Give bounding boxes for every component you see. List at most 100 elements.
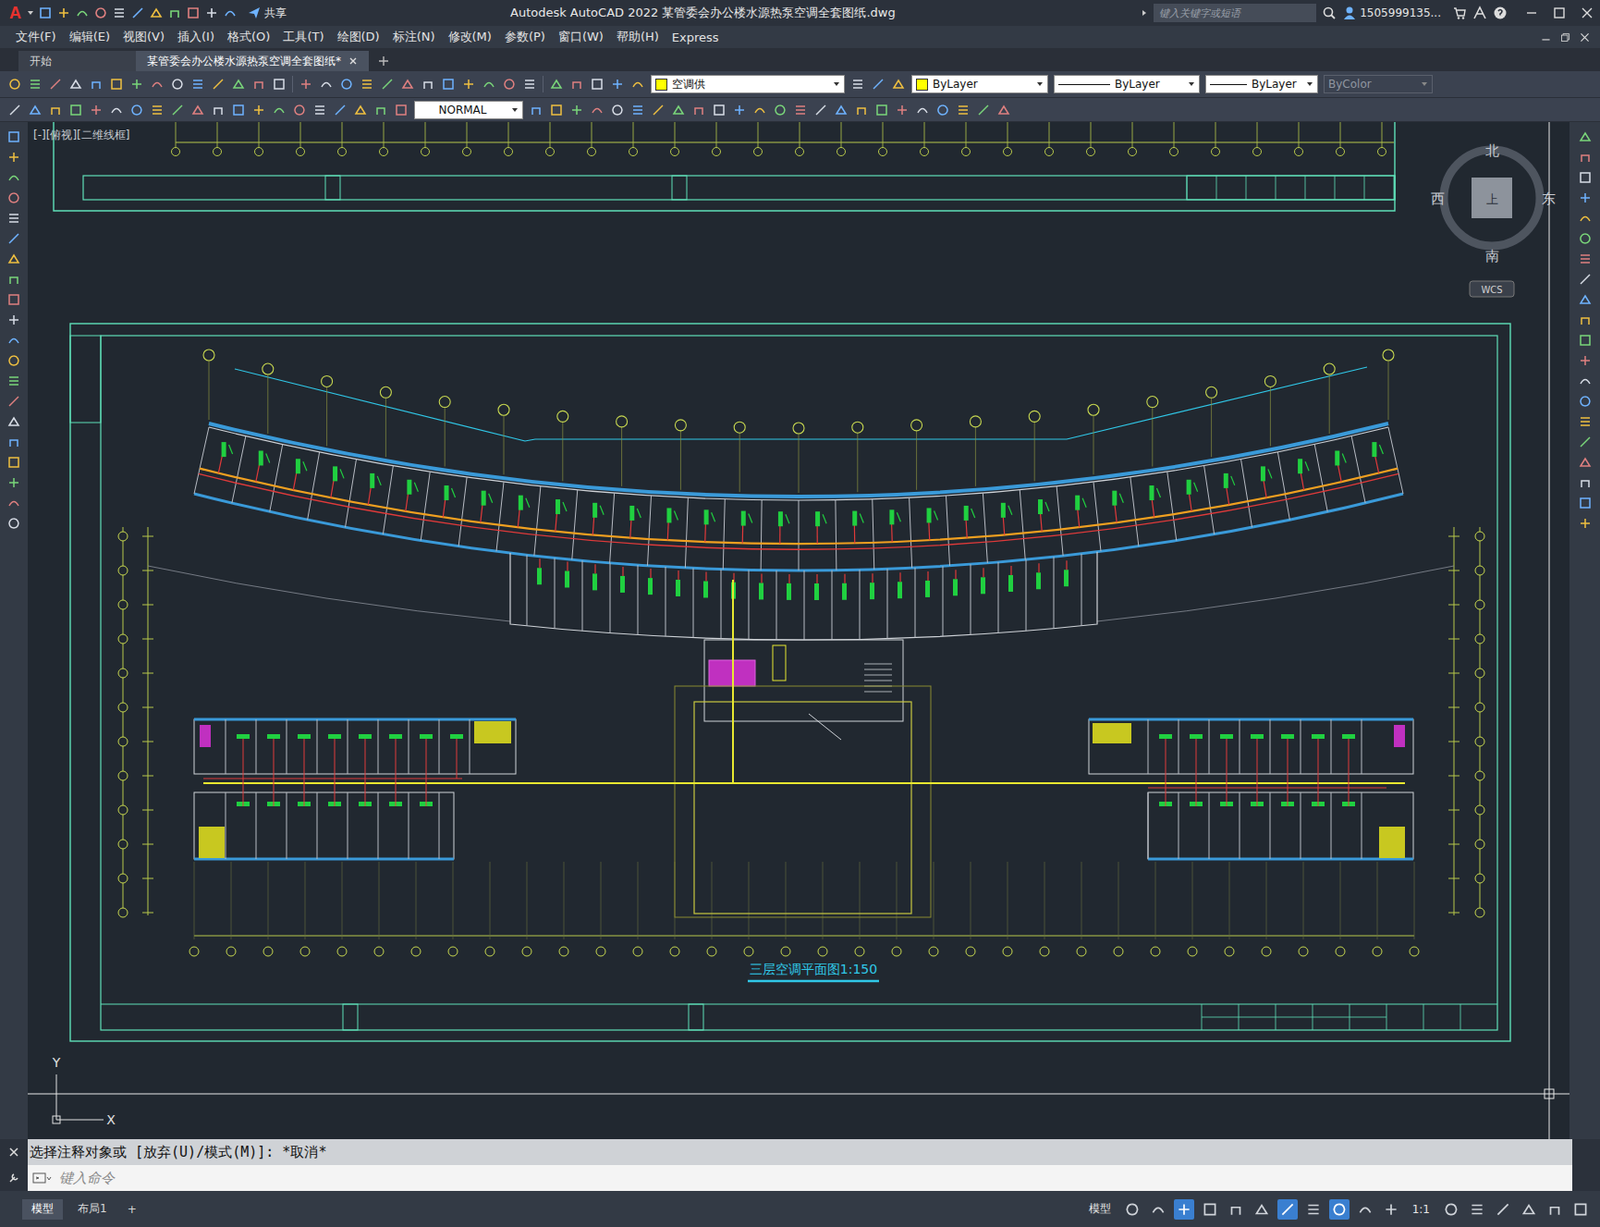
status-toggle-5-icon[interactable]: [1225, 1198, 1246, 1220]
close-icon[interactable]: [1579, 5, 1595, 21]
status-toggle-7-icon[interactable]: [1277, 1198, 1298, 1220]
search-icon[interactable]: [1321, 5, 1337, 21]
layer-tool-4-icon[interactable]: [610, 76, 625, 92]
layer-tool-1-icon[interactable]: [549, 76, 564, 92]
modify-tool-23-icon[interactable]: [976, 102, 991, 118]
status-toggle-9-icon[interactable]: [1329, 1198, 1350, 1220]
dimension-tool-2-icon[interactable]: [27, 102, 43, 118]
edit-tool-9-icon[interactable]: [461, 76, 477, 92]
draw-tool-4-icon[interactable]: [6, 190, 22, 206]
modify-tool-4-icon[interactable]: [589, 102, 605, 118]
draw-tool-11-icon[interactable]: [6, 332, 22, 348]
standard-tool-1-icon[interactable]: [7, 76, 23, 92]
dimension-tool-11-icon[interactable]: [210, 102, 226, 118]
menu-item[interactable]: 窗口(W): [551, 28, 611, 46]
edit-tool-8-icon[interactable]: [440, 76, 456, 92]
modify-tool-10-icon[interactable]: [711, 102, 727, 118]
cart-icon[interactable]: [1452, 5, 1467, 21]
viewcube[interactable]: 上北南东西WCS: [1430, 142, 1556, 297]
edit-tool-1-icon[interactable]: [298, 76, 314, 92]
dimension-tool-14-icon[interactable]: [271, 102, 287, 118]
command-close-icon[interactable]: [8, 1146, 20, 1158]
dimension-tool-6-icon[interactable]: [109, 102, 124, 118]
draw-tool-18-icon[interactable]: [6, 475, 22, 490]
modify-tool-21-icon[interactable]: [935, 102, 951, 118]
quick-access-2-icon[interactable]: [56, 5, 72, 21]
doc-minimize-icon[interactable]: [1539, 31, 1552, 44]
standard-tool-8-icon[interactable]: [149, 76, 165, 92]
layer-tool-5-icon[interactable]: [630, 76, 646, 92]
modify-tool-5-icon[interactable]: [610, 102, 625, 118]
modify-side-14-icon[interactable]: [1577, 393, 1593, 409]
draw-tool-6-icon[interactable]: [6, 231, 22, 246]
modify-side-12-icon[interactable]: [1577, 353, 1593, 368]
modify-side-5-icon[interactable]: [1577, 210, 1593, 226]
modify-tool-14-icon[interactable]: [793, 102, 808, 118]
dimension-tool-12-icon[interactable]: [231, 102, 246, 118]
tab-close-icon[interactable]: [348, 56, 358, 66]
modify-tool-9-icon[interactable]: [691, 102, 707, 118]
quick-access-5-icon[interactable]: [111, 5, 127, 21]
menu-item[interactable]: 帮助(H): [610, 28, 666, 46]
dimension-style-dropdown[interactable]: NORMAL: [414, 100, 524, 120]
edit-tool-7-icon[interactable]: [420, 76, 436, 92]
modify-tool-19-icon[interactable]: [894, 102, 910, 118]
layout-tab[interactable]: 布局1: [68, 1198, 117, 1220]
standard-tool-3-icon[interactable]: [48, 76, 63, 92]
standard-tool-7-icon[interactable]: [129, 76, 145, 92]
menu-item[interactable]: 视图(V): [116, 28, 171, 46]
quick-access-7-icon[interactable]: [148, 5, 164, 21]
lineweight-dropdown[interactable]: ByLayer: [1205, 74, 1319, 94]
add-layout-button[interactable]: +: [122, 1198, 143, 1220]
layer-state-1-icon[interactable]: [850, 76, 866, 92]
modify-side-8-icon[interactable]: [1577, 271, 1593, 287]
modify-side-20-icon[interactable]: [1577, 515, 1593, 531]
standard-tool-2-icon[interactable]: [27, 76, 43, 92]
quick-access-3-icon[interactable]: [74, 5, 90, 21]
standard-tool-13-icon[interactable]: [251, 76, 267, 92]
menu-item[interactable]: 插入(I): [170, 28, 221, 46]
menu-item[interactable]: Express: [665, 30, 726, 45]
status-tool-6-icon[interactable]: [1570, 1198, 1591, 1220]
model-space-button[interactable]: 模型: [1083, 1200, 1117, 1217]
status-toggle-10-icon[interactable]: [1355, 1198, 1376, 1220]
modify-side-19-icon[interactable]: [1577, 495, 1593, 511]
dimension-tool-8-icon[interactable]: [149, 102, 165, 118]
status-toggle-1-icon[interactable]: [1122, 1198, 1143, 1220]
layer-state-2-icon[interactable]: [870, 76, 886, 92]
maximize-icon[interactable]: [1551, 5, 1567, 21]
app-menu-caret-icon[interactable]: [26, 9, 35, 17]
drawing-canvas[interactable]: [-][俯视][二维线框]三层空调平面图1:150上北南东西WCSYX: [27, 122, 1570, 1139]
menu-item[interactable]: 编辑(E): [62, 28, 117, 46]
draw-tool-9-icon[interactable]: [6, 292, 22, 307]
dimension-tool-16-icon[interactable]: [312, 102, 328, 118]
draw-tool-17-icon[interactable]: [6, 454, 22, 470]
quick-access-10-icon[interactable]: [204, 5, 220, 21]
modify-tool-15-icon[interactable]: [813, 102, 829, 118]
dimension-tool-10-icon[interactable]: [190, 102, 206, 118]
status-toggle-8-icon[interactable]: [1303, 1198, 1324, 1220]
draw-tool-3-icon[interactable]: [6, 170, 22, 185]
edit-tool-5-icon[interactable]: [379, 76, 395, 92]
edit-tool-3-icon[interactable]: [339, 76, 355, 92]
minimize-icon[interactable]: [1524, 5, 1539, 21]
standard-tool-10-icon[interactable]: [190, 76, 206, 92]
standard-tool-12-icon[interactable]: [231, 76, 246, 92]
standard-tool-6-icon[interactable]: [109, 76, 124, 92]
layout-tab[interactable]: 模型: [22, 1198, 63, 1220]
viewport-controls[interactable]: [-][俯视][二维线框]: [33, 127, 130, 144]
menu-item[interactable]: 绘图(D): [330, 28, 387, 46]
draw-tool-20-icon[interactable]: [6, 515, 22, 531]
command-prompt-icon[interactable]: [31, 1171, 52, 1185]
menu-item[interactable]: 文件(F): [9, 28, 63, 46]
modify-tool-20-icon[interactable]: [915, 102, 930, 118]
dimension-tool-20-icon[interactable]: [393, 102, 409, 118]
help-icon[interactable]: [1492, 5, 1508, 21]
modify-tool-24-icon[interactable]: [996, 102, 1012, 118]
autodesk-app-icon[interactable]: [1472, 5, 1488, 21]
modify-tool-3-icon[interactable]: [569, 102, 585, 118]
draw-tool-10-icon[interactable]: [6, 312, 22, 328]
modify-side-10-icon[interactable]: [1577, 312, 1593, 328]
layer-tool-3-icon[interactable]: [589, 76, 605, 92]
draw-tool-12-icon[interactable]: [6, 353, 22, 368]
